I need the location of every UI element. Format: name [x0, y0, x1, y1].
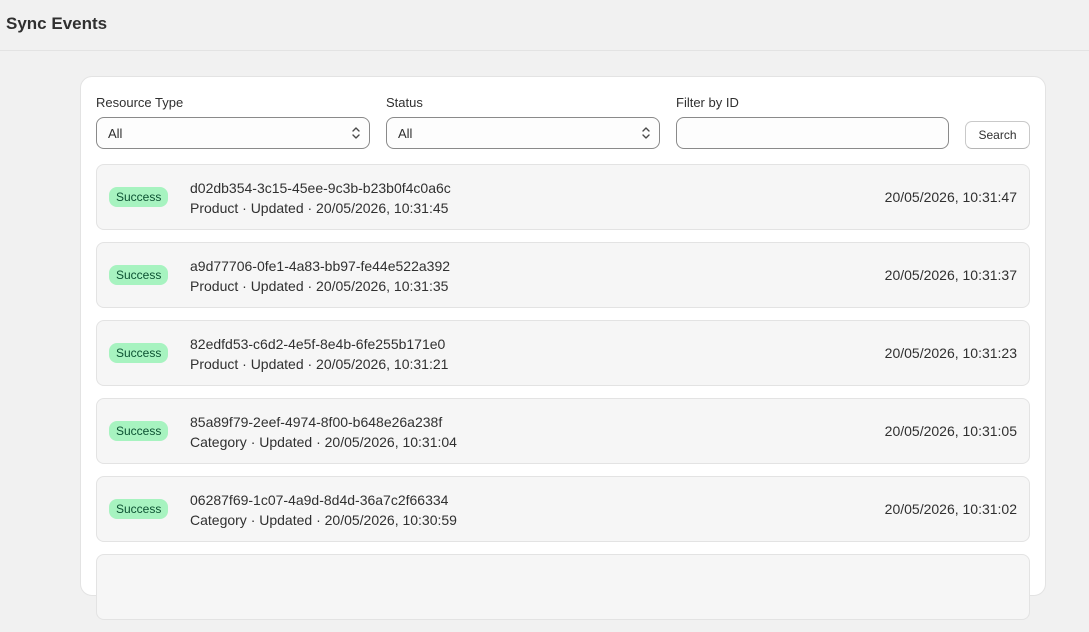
filters-bar: Resource Type All Status All Filter by I… — [96, 95, 1030, 151]
event-id: 82edfd53-c6d2-4e5f-8e4b-6fe255b171e0 — [190, 336, 446, 352]
event-row[interactable]: Success 06287f69-1c07-4a9d-8d4d-36a7c2f6… — [96, 476, 1030, 542]
event-timestamp: 20/05/2026, 10:31:37 — [884, 267, 1017, 283]
event-id: 85a89f79-2eef-4974-8f00-b648e26a238f — [190, 414, 443, 430]
events-list: Success d02db354-3c15-45ee-9c3b-b23b0f4c… — [96, 164, 1030, 632]
status-select[interactable]: All — [386, 117, 660, 149]
status-value: All — [398, 126, 413, 141]
event-id: a9d77706-0fe1-4a83-bb97-fe44e522a392 — [190, 258, 451, 274]
event-meta: Category · Updated · 20/05/2026, 10:30:5… — [190, 512, 457, 528]
event-id: 06287f69-1c07-4a9d-8d4d-36a7c2f66334 — [190, 492, 449, 508]
select-chevron-icon — [352, 127, 360, 139]
event-timestamp: 20/05/2026, 10:31:47 — [884, 189, 1017, 205]
event-timestamp: 20/05/2026, 10:31:23 — [884, 345, 1017, 361]
event-row[interactable]: Success 85a89f79-2eef-4974-8f00-b648e26a… — [96, 398, 1030, 464]
event-timestamp: 20/05/2026, 10:31:05 — [884, 423, 1017, 439]
page-title: Sync Events — [6, 14, 108, 33]
search-button[interactable]: Search — [965, 121, 1030, 149]
status-badge: Success — [109, 499, 169, 519]
select-chevron-icon — [642, 127, 650, 139]
event-row[interactable]: Success a9d77706-0fe1-4a83-bb97-fe44e522… — [96, 242, 1030, 308]
sync-events-card: Resource Type All Status All Filter by I… — [80, 76, 1046, 620]
event-meta: Product · Updated · 20/05/2026, 10:31:35 — [190, 278, 449, 294]
page-header: Sync Events — [0, 0, 1089, 51]
resource-type-select[interactable]: All — [96, 117, 370, 149]
status-label: Status — [386, 95, 423, 110]
event-meta: Product · Updated · 20/05/2026, 10:31:45 — [190, 200, 449, 216]
event-meta: Category · Updated · 20/05/2026, 10:31:0… — [190, 434, 457, 450]
resource-type-field: Resource Type All — [96, 95, 370, 149]
event-row[interactable]: Success d02db354-3c15-45ee-9c3b-b23b0f4c… — [96, 164, 1030, 230]
event-row[interactable] — [96, 554, 1030, 620]
event-meta: Product · Updated · 20/05/2026, 10:31:21 — [190, 356, 449, 372]
status-badge: Success — [109, 187, 169, 207]
event-row[interactable]: Success 82edfd53-c6d2-4e5f-8e4b-6fe255b1… — [96, 320, 1030, 386]
resource-type-value: All — [108, 126, 123, 141]
event-id: d02db354-3c15-45ee-9c3b-b23b0f4c0a6c — [190, 180, 451, 196]
status-field: Status All — [386, 95, 660, 149]
filter-id-field: Filter by ID — [676, 95, 949, 149]
status-badge: Success — [109, 343, 169, 363]
filter-id-input[interactable] — [676, 117, 949, 149]
resource-type-label: Resource Type — [96, 95, 184, 110]
status-badge: Success — [109, 421, 169, 441]
status-badge: Success — [109, 265, 169, 285]
event-timestamp: 20/05/2026, 10:31:02 — [884, 501, 1017, 517]
filter-id-label: Filter by ID — [676, 95, 739, 110]
